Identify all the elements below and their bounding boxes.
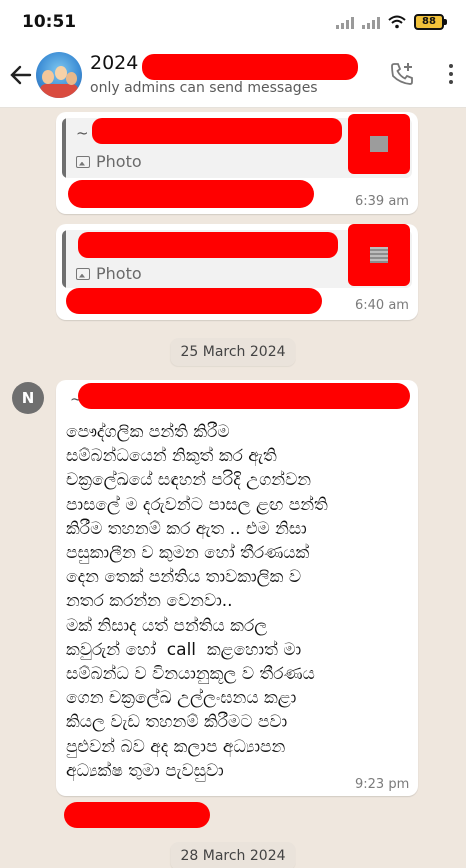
status-bar: 10:51 88 xyxy=(0,0,466,44)
group-title[interactable]: 2024 xyxy=(90,52,138,74)
add-call-icon[interactable] xyxy=(388,60,416,88)
redacted-quote-author xyxy=(92,118,342,144)
quote-thumbnail[interactable] xyxy=(348,224,410,286)
group-avatar[interactable] xyxy=(36,52,82,98)
signal-icon xyxy=(336,15,354,29)
back-arrow-icon[interactable] xyxy=(8,62,34,88)
redacted-message-text xyxy=(64,802,210,828)
message-time: 6:39 am xyxy=(355,194,409,209)
redacted-sender-name xyxy=(78,383,410,409)
message-time: 6:40 am xyxy=(355,298,409,313)
quote-type-label: Photo xyxy=(96,152,142,171)
photo-icon xyxy=(76,155,90,168)
status-time: 10:51 xyxy=(22,12,77,32)
photo-icon xyxy=(76,267,90,280)
message-bubble[interactable]: ~ Photo 6:39 am xyxy=(56,112,418,214)
redacted-group-name xyxy=(142,54,358,80)
more-options-icon[interactable] xyxy=(446,62,456,86)
quote-type-label: Photo xyxy=(96,264,142,283)
sender-avatar[interactable]: N xyxy=(12,382,44,414)
quote-photo-row: Photo xyxy=(76,152,142,171)
quote-thumbnail[interactable] xyxy=(348,114,410,174)
chat-header: 2024 only admins can send messages xyxy=(0,44,466,108)
redacted-quote-author xyxy=(78,232,338,258)
date-chip: 28 March 2024 xyxy=(170,842,296,868)
message-bubble[interactable]: Photo 6:40 am xyxy=(56,224,418,320)
wifi-icon xyxy=(388,15,406,29)
redacted-message-text xyxy=(68,180,314,208)
signal-icon xyxy=(362,15,380,29)
battery-icon: 88 xyxy=(414,14,447,30)
quote-tilde: ~ xyxy=(76,124,89,142)
message-time: 9:23 pm xyxy=(355,777,410,792)
group-subtitle: only admins can send messages xyxy=(90,80,318,96)
redacted-message-text xyxy=(66,288,322,314)
quote-photo-row: Photo xyxy=(76,264,142,283)
date-chip: 25 March 2024 xyxy=(170,338,296,366)
message-text: පෞද්ගලික පන්ති කිරීම සම්බන්ධයෙන් නිකුත් … xyxy=(66,422,328,781)
status-icons: 88 xyxy=(336,14,447,30)
